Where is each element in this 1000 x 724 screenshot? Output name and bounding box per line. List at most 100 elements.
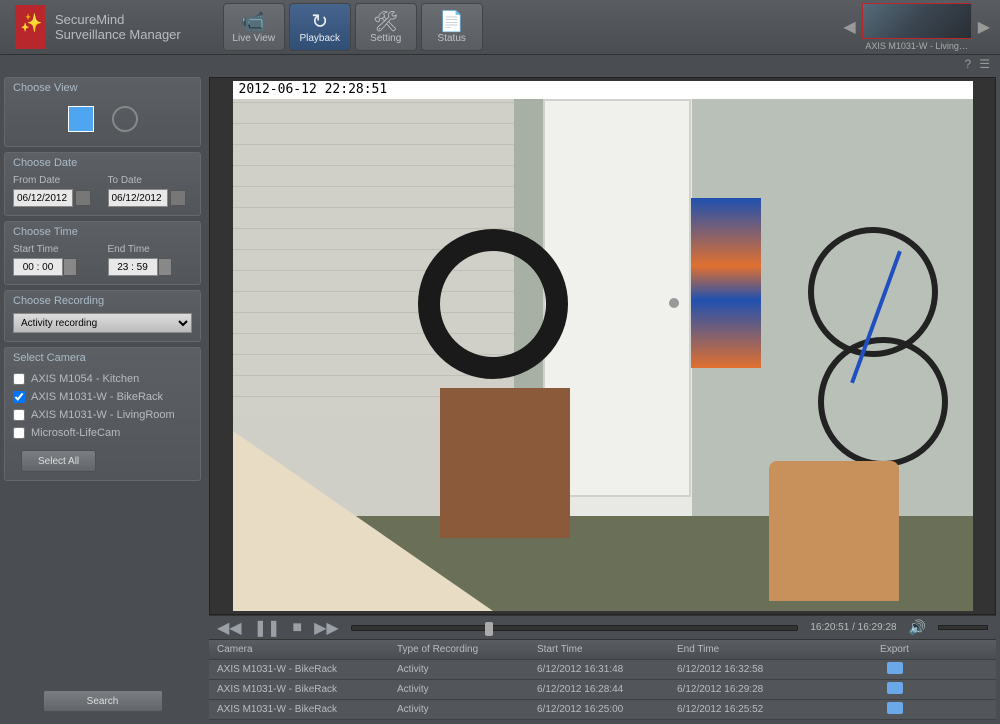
rewind-icon[interactable]: ◀◀ [217,618,242,638]
nav-label: Setting [370,33,401,44]
cell-camera: AXIS M1031-W - BikeRack [209,664,389,675]
camera-label: AXIS M1054 - Kitchen [31,373,139,385]
spinner-icon[interactable] [158,258,172,276]
cell-camera: AXIS M1031-W - BikeRack [209,684,389,695]
app-logo [15,5,45,49]
camera-item[interactable]: AXIS M1054 - Kitchen [13,370,192,388]
to-date-label: To Date [108,175,193,186]
choose-view-panel: Choose View [4,77,201,147]
col-type[interactable]: Type of Recording [389,644,529,655]
camera-label: AXIS M1031-W - LivingRoom [31,409,175,421]
table-header: Camera Type of Recording Start Time End … [209,640,996,660]
main-area: 2012-06-12 22:28:51 ◀◀ ❚❚ ■ ▶▶ [205,73,1000,724]
calendar-icon[interactable] [170,190,186,206]
table-row[interactable]: AXIS M1031-W - BikeRack Activity 6/12/20… [209,700,996,720]
export-icon[interactable] [887,662,903,674]
col-export[interactable]: Export [809,644,980,655]
playback-controls: ◀◀ ❚❚ ■ ▶▶ 16:20:51 / 16:29:28 🔊 [209,615,996,639]
col-end[interactable]: End Time [669,644,809,655]
camera-thumbnail[interactable] [862,3,972,39]
app-title: SecureMind Surveillance Manager [55,12,181,42]
seek-thumb[interactable] [485,622,493,636]
from-date-label: From Date [13,175,98,186]
camera-label: Microsoft-LifeCam [31,427,120,439]
volume-slider[interactable] [938,625,988,630]
col-camera[interactable]: Camera [209,644,389,655]
prev-camera-icon[interactable]: ◀ [843,19,855,36]
end-time-label: End Time [108,244,193,255]
nav-label: Status [438,33,466,44]
start-time-input[interactable] [13,258,63,276]
col-start[interactable]: Start Time [529,644,669,655]
video-viewport: 2012-06-12 22:28:51 [209,77,996,615]
stop-icon[interactable]: ■ [292,619,302,637]
search-button[interactable]: Search [43,690,163,712]
cell-end: 6/12/2012 16:29:28 [669,684,809,695]
settings-icon[interactable]: ☰ [979,57,990,71]
camera-item[interactable]: AXIS M1031-W - BikeRack [13,388,192,406]
pause-icon[interactable]: ❚❚ [254,618,281,638]
document-icon: 📄 [439,11,464,33]
cell-export[interactable] [809,682,980,697]
panel-title: Choose Date [13,157,192,169]
camera-checkbox[interactable] [13,427,25,439]
video-frame[interactable]: 2012-06-12 22:28:51 [233,81,973,611]
choose-time-panel: Choose Time Start Time End Time [4,221,201,285]
next-camera-icon[interactable]: ▶ [978,19,990,36]
tools-icon: 🛠 [373,11,398,33]
camera-checkbox[interactable] [13,373,25,385]
select-camera-panel: Select Camera AXIS M1054 - KitchenAXIS M… [4,347,201,481]
end-time-input[interactable] [108,258,158,276]
nav-status[interactable]: 📄 Status [421,3,483,51]
spinner-icon[interactable] [63,258,77,276]
camera-thumbnail-nav: ◀ AXIS M1031-W - Living… ▶ [843,3,1000,51]
camera-icon: 📹 [241,11,266,33]
panel-title: Choose Recording [13,295,192,307]
thumbnail-label: AXIS M1031-W - Living… [862,41,972,51]
header: SecureMind Surveillance Manager 📹 Live V… [0,0,1000,55]
choose-recording-panel: Choose Recording Activity recording [4,290,201,342]
cell-start: 6/12/2012 16:28:44 [529,684,669,695]
cell-type: Activity [389,664,529,675]
camera-item[interactable]: AXIS M1031-W - LivingRoom [13,406,192,424]
forward-icon[interactable]: ▶▶ [314,618,339,638]
table-row[interactable]: AXIS M1031-W - BikeRack Activity 6/12/20… [209,680,996,700]
sidebar: Choose View Choose Date From Date To Dat… [0,73,205,724]
nav-label: Playback [299,33,340,44]
calendar-icon[interactable] [75,190,91,206]
to-date-input[interactable] [108,189,168,207]
cell-start: 6/12/2012 16:31:48 [529,664,669,675]
cell-end: 6/12/2012 16:25:52 [669,704,809,715]
toolbar: ? ☰ [0,55,1000,73]
cell-type: Activity [389,684,529,695]
nav-playback[interactable]: ↻ Playback [289,3,351,51]
time-display: 16:20:51 / 16:29:28 [810,622,896,633]
nav-setting[interactable]: 🛠 Setting [355,3,417,51]
camera-checkbox[interactable] [13,391,25,403]
camera-checkbox[interactable] [13,409,25,421]
panel-title: Choose Time [13,226,192,238]
table-row[interactable]: AXIS M1031-W - BikeRack Activity 6/12/20… [209,660,996,680]
camera-item[interactable]: Microsoft-LifeCam [13,424,192,442]
zoom-view-icon[interactable] [112,106,138,132]
seek-slider[interactable] [351,625,799,631]
cell-start: 6/12/2012 16:25:00 [529,704,669,715]
from-date-input[interactable] [13,189,73,207]
select-all-button[interactable]: Select All [21,450,96,472]
video-timestamp: 2012-06-12 22:28:51 [233,81,973,99]
volume-icon[interactable]: 🔊 [909,619,926,636]
cell-camera: AXIS M1031-W - BikeRack [209,704,389,715]
export-icon[interactable] [887,702,903,714]
cell-export[interactable] [809,662,980,677]
cell-end: 6/12/2012 16:32:58 [669,664,809,675]
grid-view-icon[interactable] [68,106,94,132]
refresh-icon: ↻ [311,11,328,33]
cell-export[interactable] [809,702,980,717]
start-time-label: Start Time [13,244,98,255]
export-icon[interactable] [887,682,903,694]
recording-type-select[interactable]: Activity recording [13,313,192,333]
nav-label: Live View [232,33,275,44]
choose-date-panel: Choose Date From Date To Date [4,152,201,216]
nav-live-view[interactable]: 📹 Live View [223,3,285,51]
help-icon[interactable]: ? [965,57,972,71]
